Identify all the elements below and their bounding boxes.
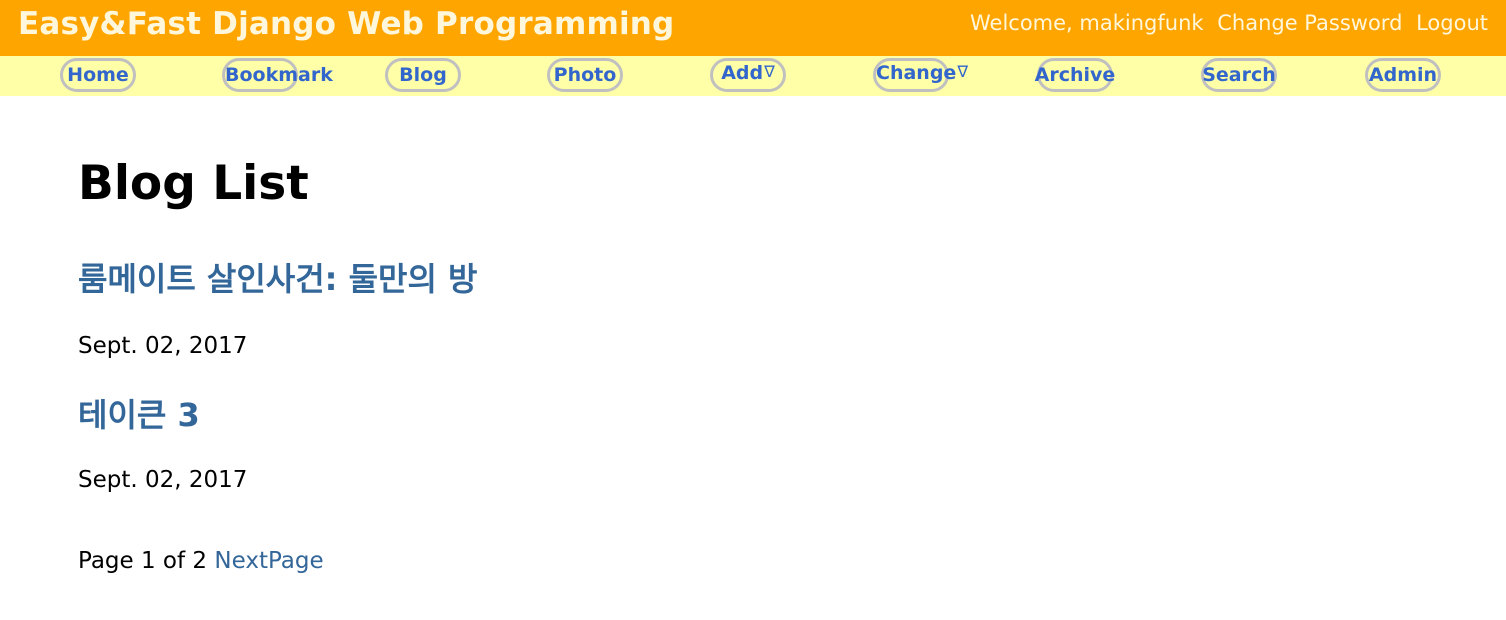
next-page-link[interactable]: NextPage — [214, 548, 323, 574]
menu-item-home[interactable]: Home — [60, 58, 136, 92]
dropdown-triangle-icon: ∇ — [764, 62, 775, 81]
post-date: Sept. 02, 2017 — [78, 467, 248, 493]
menu-item-label: Bookmark — [225, 64, 333, 86]
change-password-link[interactable]: Change Password — [1217, 11, 1402, 35]
menu-item-label: Change — [876, 62, 957, 84]
user-links: Welcome, makingfunk Change Password Logo… — [970, 11, 1488, 35]
menu-item-search[interactable]: Search — [1201, 58, 1277, 92]
menu-item-label: Blog — [399, 64, 447, 86]
menu-item-admin[interactable]: Admin — [1365, 58, 1441, 92]
page-title: Blog List — [78, 156, 309, 211]
menu-item-label: Admin — [1368, 64, 1438, 86]
menu-item-blog[interactable]: Blog — [385, 58, 461, 92]
menu-item-change[interactable]: Change ∇ — [873, 58, 968, 92]
post-title-link[interactable]: 룸메이트 살인사건: 둘만의 방 — [78, 254, 478, 300]
site-title: Easy&Fast Django Web Programming — [18, 6, 675, 42]
welcome-text: Welcome, makingfunk — [970, 11, 1204, 35]
menu-item-bookmark[interactable]: Bookmark — [222, 58, 333, 92]
post-title-link[interactable]: 테이큰 3 — [78, 390, 200, 436]
menu-item-label: Archive — [1034, 64, 1116, 86]
page-indicator: Page 1 of 2 — [78, 548, 208, 574]
menu-item-photo[interactable]: Photo — [547, 58, 623, 92]
menu-item-label: Search — [1202, 64, 1276, 86]
main-menu: Home Bookmark Blog Photo Add ∇ Change ∇ Ar… — [0, 56, 1506, 96]
menu-item-label: Add — [721, 62, 764, 84]
site-header: Easy&Fast Django Web Programming Welcome… — [0, 0, 1506, 56]
menu-item-add[interactable]: Add ∇ — [710, 58, 786, 92]
main-content: Blog List — [78, 160, 309, 207]
dropdown-triangle-icon: ∇ — [957, 62, 969, 81]
post-date: Sept. 02, 2017 — [78, 333, 248, 359]
menu-item-label: Home — [67, 64, 129, 86]
menu-item-label: Photo — [553, 64, 617, 86]
menu-item-archive[interactable]: Archive — [1034, 58, 1116, 92]
logout-link[interactable]: Logout — [1416, 11, 1488, 35]
pagination: Page 1 of 2 NextPage — [78, 548, 324, 574]
